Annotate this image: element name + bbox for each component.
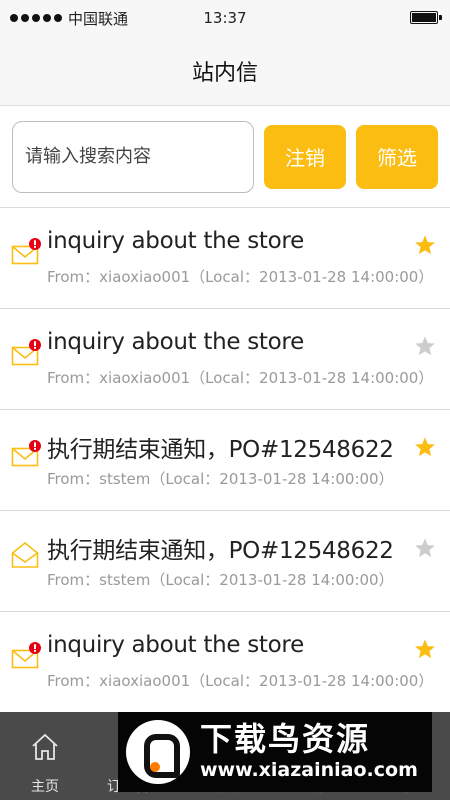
message-list: inquiry about the store From：xiaoxiao001（… bbox=[0, 208, 450, 713]
message-meta: From：xiaoxiao001（Local：2013-01-28 14:00:… bbox=[47, 672, 434, 690]
star-empty-icon[interactable] bbox=[414, 335, 436, 357]
tab-home[interactable]: 主页 bbox=[0, 712, 90, 800]
search-input[interactable] bbox=[12, 120, 254, 193]
star-filled-icon[interactable] bbox=[414, 234, 436, 256]
tab-label: 主页 bbox=[31, 779, 59, 795]
message-item[interactable]: 执行期结束通知，PO#12548622 From：ststem（Local：201… bbox=[0, 410, 450, 511]
message-meta: From：ststem（Local：2013-01-28 14:00:00） bbox=[47, 470, 394, 488]
page-title: 站内信 bbox=[191, 60, 258, 86]
star-filled-icon[interactable] bbox=[414, 436, 436, 458]
message-item[interactable]: 执行期结束通知，PO#12548622 From：ststem（Local：201… bbox=[0, 511, 450, 612]
message-title: 执行期结束通知，PO#12548622 bbox=[47, 437, 394, 463]
bird-logo-icon bbox=[126, 720, 190, 784]
message-title: 执行期结束通知，PO#12548622 bbox=[47, 538, 394, 564]
watermark-brand: 下载鸟资源 bbox=[200, 720, 371, 758]
battery-icon bbox=[410, 11, 442, 24]
mail-unread-icon bbox=[11, 339, 41, 366]
message-title: inquiry about the store bbox=[47, 228, 304, 254]
home-icon bbox=[32, 733, 58, 760]
message-meta: From：xiaoxiao001（Local：2013-01-28 14:00:… bbox=[47, 268, 434, 286]
message-meta: From：xiaoxiao001（Local：2013-01-28 14:00:… bbox=[47, 369, 434, 387]
watermark-url: www.xiazainiao.com bbox=[200, 759, 418, 781]
message-meta: From：ststem（Local：2013-01-28 14:00:00） bbox=[47, 571, 394, 589]
status-bar: 中国联通 13:37 bbox=[0, 0, 450, 36]
logout-button[interactable]: 注销 bbox=[264, 124, 346, 189]
star-empty-icon[interactable] bbox=[414, 537, 436, 559]
filter-button[interactable]: 筛选 bbox=[356, 124, 438, 189]
search-toolbar: 注销 筛选 bbox=[0, 106, 450, 208]
mail-open-icon bbox=[11, 541, 39, 568]
watermark-banner: 下载鸟资源 www.xiazainiao.com bbox=[118, 712, 432, 792]
carrier-name: 中国联通 bbox=[68, 9, 129, 28]
message-title: inquiry about the store bbox=[47, 329, 304, 355]
mail-unread-icon bbox=[11, 238, 41, 265]
message-item[interactable]: inquiry about the store From：xiaoxiao001（… bbox=[0, 309, 450, 410]
signal-strength-icon bbox=[10, 14, 62, 22]
navigation-bar: 站内信 bbox=[0, 36, 450, 106]
mail-unread-icon bbox=[11, 440, 41, 467]
message-item[interactable]: inquiry about the store From：xiaoxiao001（… bbox=[0, 208, 450, 309]
message-item[interactable]: inquiry about the store From：xiaoxiao001（… bbox=[0, 612, 450, 713]
mail-unread-icon bbox=[11, 642, 41, 669]
star-filled-icon[interactable] bbox=[414, 638, 436, 660]
message-title: inquiry about the store bbox=[47, 632, 304, 658]
